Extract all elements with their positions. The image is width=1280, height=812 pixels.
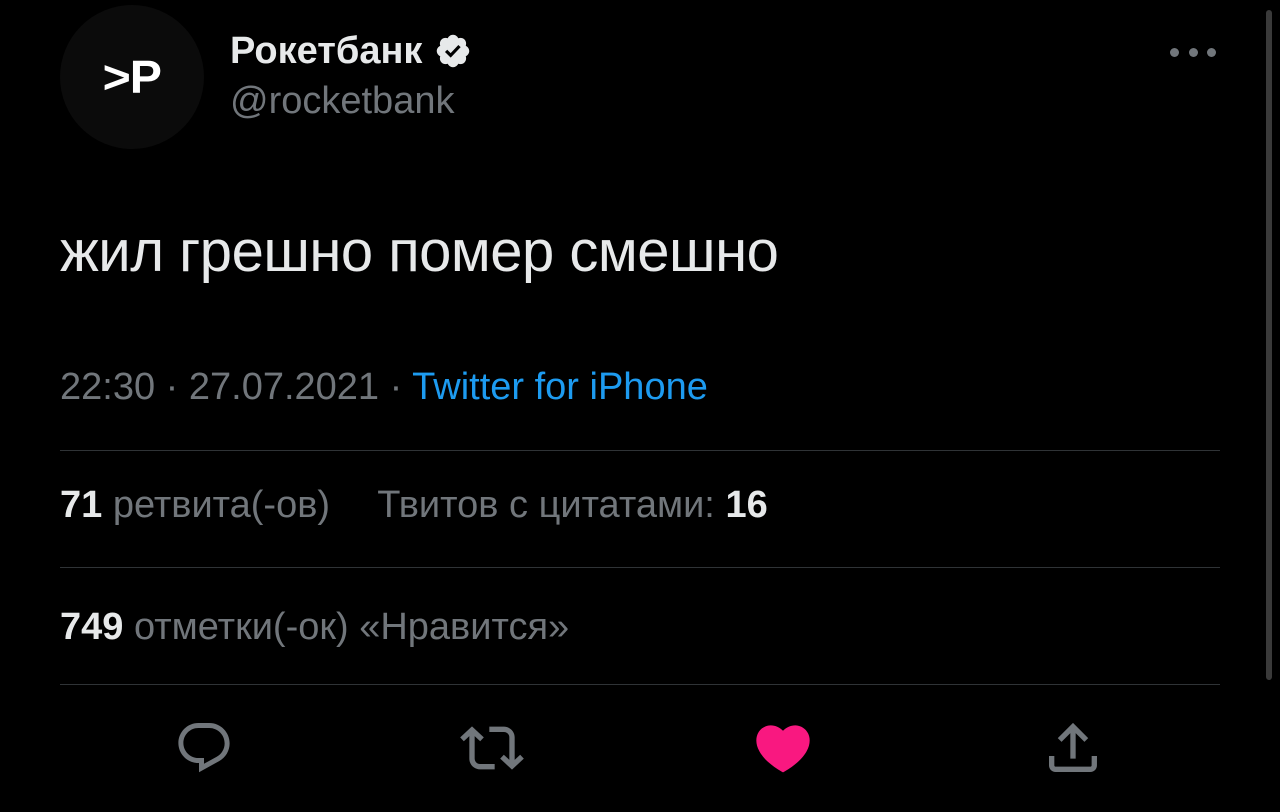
share-button[interactable] [1041,716,1105,780]
tweet-date[interactable]: 27.07.2021 [189,366,379,408]
likes-count: 749 [60,606,124,648]
tweet-time[interactable]: 22:30 [60,366,155,408]
reply-icon [178,723,230,773]
more-dot [1188,47,1198,57]
scrollbar-thumb[interactable] [1266,10,1272,680]
avatar-logo-text: >P [102,51,162,103]
divider [60,567,1220,568]
more-dot [1170,47,1179,57]
tweet-detail: >P Рокетбанк @rocketbank жил грешно поме… [0,0,1280,812]
likes-label: отметки(-ок) «Нравится» [133,606,570,648]
retweet-stats-row: 71 ретвита(-ов) Твитов с цитатами: 16 [60,484,768,527]
action-bar [0,716,1280,780]
author-name-row: Рокетбанк [230,26,472,76]
user-handle[interactable]: @rocketbank [230,80,454,123]
like-button[interactable] [751,716,815,780]
share-icon [1049,722,1097,772]
reply-button[interactable] [172,716,236,780]
retweet-button[interactable] [460,716,524,780]
likes-stats-row: 749 отметки(-ок) «Нравится» [60,606,569,649]
retweets-count: 71 [60,484,103,526]
verified-badge-icon [437,34,470,68]
heart-icon [756,725,810,773]
retweets-label: ретвита(-ов) [112,484,331,526]
quotes-label: Твитов с цитатами: [377,484,715,526]
quotes-stat[interactable]: Твитов с цитатами: 16 [367,484,768,526]
tweet-source-link[interactable]: Twitter for iPhone [412,366,708,408]
divider [60,450,1220,451]
display-name[interactable]: Рокетбанк [230,30,422,73]
retweets-stat[interactable]: 71 ретвита(-ов) [60,484,341,526]
more-options-icon[interactable] [1170,40,1216,64]
avatar[interactable]: >P [60,5,204,149]
scrollbar[interactable] [1264,0,1274,690]
quotes-count: 16 [725,484,768,526]
meta-separator: · [165,366,179,408]
likes-stat[interactable]: 749 отметки(-ок) «Нравится» [60,606,569,648]
tweet-meta: 22:30 · 27.07.2021 · Twitter for iPhone [60,366,708,409]
divider [60,684,1220,685]
more-dot [1207,47,1216,57]
meta-separator: · [389,366,403,408]
retweet-icon [460,726,524,770]
tweet-text: жил грешно помер смешно [60,219,779,284]
